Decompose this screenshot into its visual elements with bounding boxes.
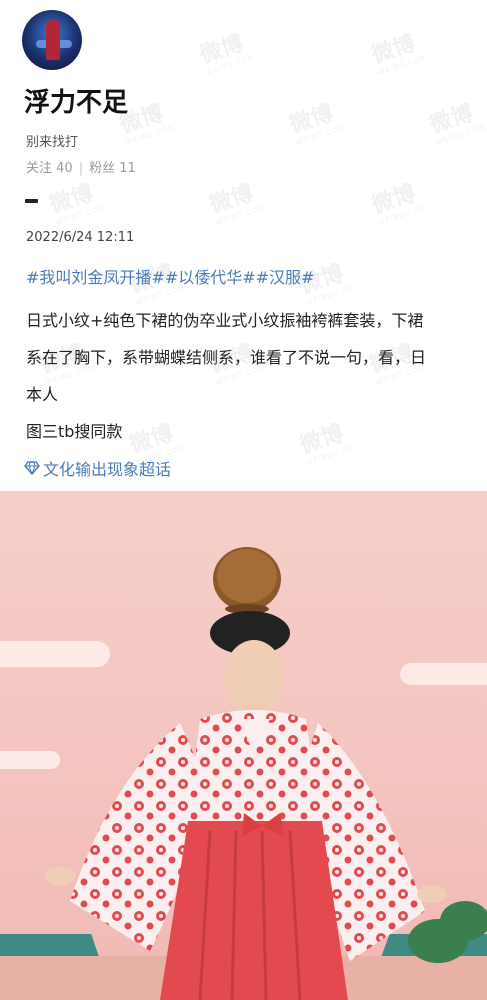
watermark: 微博 WEIBO.COM	[426, 100, 486, 147]
following-link[interactable]: 关注 40	[26, 161, 73, 176]
following-count: 40	[56, 161, 73, 176]
avatar-figure	[46, 20, 60, 60]
supertopic-label: 文化输出现象超话	[43, 460, 172, 479]
diamond-icon	[24, 461, 40, 475]
woman-in-red-floral-robe	[44, 547, 447, 1000]
user-stats: 关注 40 | 粉丝 11	[26, 157, 136, 176]
followers-count: 11	[119, 161, 136, 176]
watermark: 微博 WEIBO.COM	[368, 180, 428, 227]
post-image[interactable]	[0, 491, 487, 1000]
following-label: 关注	[26, 161, 53, 176]
watermark: 微博 WEIBO.COM	[368, 30, 428, 77]
supertopic-link[interactable]: 文化输出现象超话	[24, 456, 171, 480]
post-body-line: 本人	[26, 385, 59, 404]
followers-label: 粉丝	[89, 161, 116, 176]
watermark: 微博 WEIBO.COM	[196, 30, 256, 77]
post-body-line: 日式小纹+纯色下裙的伪卒业式小纹振袖袴裤套装，下裙	[26, 311, 424, 330]
user-bio: 别来找打	[26, 135, 79, 150]
user-name[interactable]: 浮力不足	[24, 82, 128, 119]
stats-separator: |	[78, 161, 84, 176]
post-body: 日式小纹+纯色下裙的伪卒业式小纹振袖袴裤套装，下裙 系在了胸下，系带蝴蝶结侧系，…	[26, 302, 466, 450]
post-body-line: 系在了胸下，系带蝴蝶结侧系，谁看了不说一句，看，日	[26, 348, 427, 367]
post-date: 2022/6/24 12:11	[26, 230, 135, 245]
avatar[interactable]	[22, 10, 82, 70]
followers-link[interactable]: 粉丝 11	[89, 161, 136, 176]
watermark: 微博 WEIBO.COM	[206, 180, 266, 227]
post-note: 图三tb搜同款	[26, 422, 123, 441]
watermark: 微博 WEIBO.COM	[286, 100, 346, 147]
watermark: 微博 WEIBO.COM	[46, 180, 106, 227]
post-hashtags[interactable]: #我叫刘金凤开播##以倭代华##汉服#	[26, 264, 314, 288]
divider-dash	[25, 199, 38, 203]
